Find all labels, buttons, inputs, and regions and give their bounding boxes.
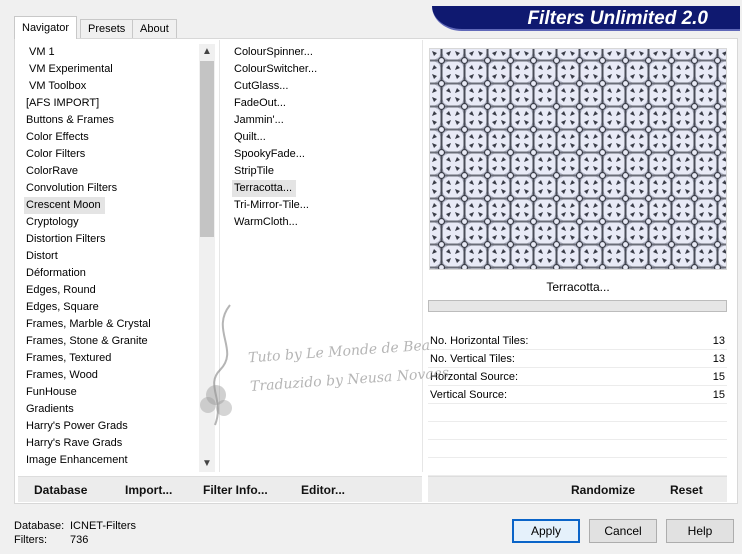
database-value: ICNET-Filters — [70, 520, 136, 532]
filter-info-button[interactable]: Filter Info... — [203, 483, 268, 497]
param-value[interactable]: 13 — [713, 335, 725, 347]
category-item[interactable]: VM Toolbox — [24, 78, 200, 95]
category-item[interactable]: Harry's Power Grads — [24, 418, 200, 435]
list-divider — [422, 40, 423, 472]
param-value[interactable]: 15 — [713, 371, 725, 383]
apply-button[interactable]: Apply — [512, 519, 580, 543]
param-row[interactable]: No. Horizontal Tiles: 13 — [428, 332, 727, 350]
param-row-empty — [428, 440, 727, 458]
param-row[interactable]: Horzontal Source: 15 — [428, 368, 727, 386]
category-item[interactable]: Image Enhancement — [24, 452, 200, 469]
category-item[interactable]: Frames, Marble & Crystal — [24, 316, 200, 333]
filter-item[interactable]: ColourSpinner... — [232, 44, 412, 61]
param-label: Vertical Source: — [430, 389, 508, 401]
category-item[interactable]: VM 1 — [24, 44, 200, 61]
category-item[interactable]: Frames, Wood — [24, 367, 200, 384]
help-button[interactable]: Help — [666, 519, 734, 543]
param-label: Horzontal Source: — [430, 371, 519, 383]
filter-list[interactable]: ColourSpinner... ColourSwitcher... CutGlas… — [232, 44, 412, 231]
scroll-down-icon[interactable]: ▼ — [199, 456, 215, 472]
database-button[interactable]: Database — [34, 483, 87, 497]
tab-about[interactable]: About — [132, 19, 177, 39]
category-item[interactable]: Edges, Square — [24, 299, 200, 316]
category-item[interactable]: Distortion Filters — [24, 231, 200, 248]
category-item[interactable]: Color Filters — [24, 146, 200, 163]
progress-bar — [428, 300, 727, 312]
param-row[interactable]: Vertical Source: 15 — [428, 386, 727, 404]
filters-count-label: Filters: — [14, 534, 47, 546]
param-label: No. Vertical Tiles: — [430, 353, 515, 365]
filter-item[interactable]: Jammin'... — [232, 112, 412, 129]
category-item[interactable]: Crescent Moon — [24, 197, 105, 214]
filter-item[interactable]: StripTile — [232, 163, 412, 180]
filter-item[interactable]: WarmCloth... — [232, 214, 412, 231]
list-toolbar: Database Import... Filter Info... Editor… — [18, 476, 422, 502]
category-item[interactable]: Distort — [24, 248, 200, 265]
category-item[interactable]: Color Effects — [24, 129, 200, 146]
database-label: Database: — [14, 520, 65, 532]
param-row[interactable]: No. Vertical Tiles: 13 — [428, 350, 727, 368]
filter-item[interactable]: ColourSwitcher... — [232, 61, 412, 78]
filter-item[interactable]: Terracotta... — [232, 180, 297, 197]
category-item[interactable]: Gradients — [24, 401, 200, 418]
action-toolbar: Randomize Reset — [428, 476, 727, 502]
category-item[interactable]: Harry's Rave Grads — [24, 435, 200, 452]
category-item[interactable]: VM Experimental — [24, 61, 200, 78]
selected-filter-name: Terracotta... — [546, 280, 610, 294]
param-row-empty — [428, 458, 727, 476]
param-value[interactable]: 13 — [713, 353, 725, 365]
randomize-button[interactable]: Randomize — [571, 483, 635, 497]
category-item[interactable]: FunHouse — [24, 384, 200, 401]
scroll-up-icon[interactable]: ▲ — [199, 44, 215, 60]
list-divider — [219, 40, 220, 472]
editor-button[interactable]: Editor... — [301, 483, 345, 497]
category-item[interactable]: Convolution Filters — [24, 180, 200, 197]
tab-presets[interactable]: Presets — [80, 19, 134, 39]
database-info: Database: ICNET-Filters Filters: 736 — [14, 519, 136, 547]
param-row-empty — [428, 404, 727, 422]
filter-item[interactable]: SpookyFade... — [232, 146, 412, 163]
param-value[interactable]: 15 — [713, 389, 725, 401]
filter-item[interactable]: Quilt... — [232, 129, 412, 146]
app-title-banner: Filters Unlimited 2.0 — [432, 6, 740, 31]
category-list[interactable]: VM 1 VM Experimental VM Toolbox [AFS IMPORT… — [24, 44, 200, 472]
import-button[interactable]: Import... — [125, 483, 172, 497]
filters-count-value: 736 — [70, 534, 89, 546]
category-item[interactable]: Buttons & Frames — [24, 112, 200, 129]
scroll-thumb[interactable] — [200, 61, 214, 237]
category-item[interactable]: ColorRave — [24, 163, 200, 180]
category-item[interactable]: Déformation — [24, 265, 200, 282]
reset-button[interactable]: Reset — [670, 483, 703, 497]
cancel-button[interactable]: Cancel — [589, 519, 657, 543]
filter-item[interactable]: FadeOut... — [232, 95, 412, 112]
filter-item[interactable]: CutGlass... — [232, 78, 412, 95]
filter-preview-image — [429, 48, 727, 270]
parameter-list: No. Horizontal Tiles: 13 No. Vertical Ti… — [428, 332, 727, 476]
category-item[interactable]: Cryptology — [24, 214, 200, 231]
filter-item[interactable]: Tri-Mirror-Tile... — [232, 197, 412, 214]
tile-pattern — [430, 49, 726, 269]
tab-navigator[interactable]: Navigator — [14, 16, 78, 39]
category-item[interactable]: Frames, Stone & Granite — [24, 333, 200, 350]
category-item[interactable]: Edges, Round — [24, 282, 200, 299]
category-item[interactable]: [AFS IMPORT] — [24, 95, 200, 112]
category-item[interactable]: Frames, Textured — [24, 350, 200, 367]
category-scrollbar[interactable]: ▲ ▼ — [199, 44, 215, 472]
param-label: No. Horizontal Tiles: — [430, 335, 529, 347]
param-row-empty — [428, 422, 727, 440]
